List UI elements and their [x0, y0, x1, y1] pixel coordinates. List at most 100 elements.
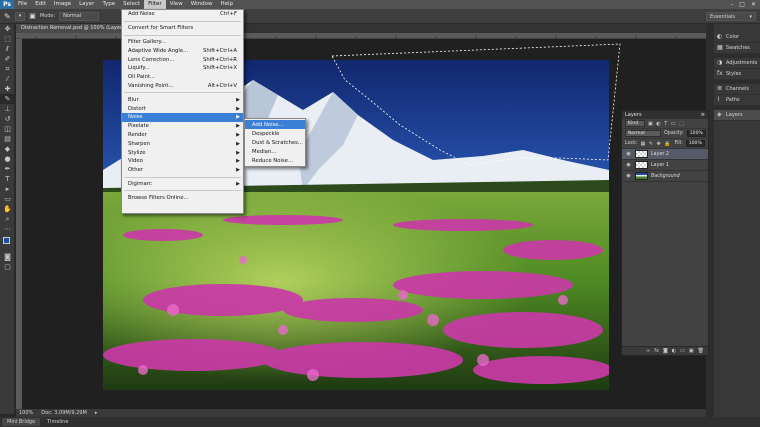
tab-mini-bridge[interactable]: Mini Bridge [2, 418, 41, 426]
menu-item-filter-gallery[interactable]: Filter Gallery... [122, 38, 243, 47]
submenu-item-dust-scratches[interactable]: Dust & Scratches... [245, 138, 305, 147]
move-tool-icon[interactable]: ✥ [0, 24, 15, 34]
adjustment-layer-icon[interactable]: ◐ [672, 348, 676, 354]
menu-help[interactable]: Help [216, 0, 237, 9]
blur-tool-icon[interactable]: ◆ [0, 144, 15, 154]
brush-tool-icon[interactable]: ✎ [0, 94, 15, 104]
more-tools-icon[interactable]: ⋯ [0, 224, 15, 234]
submenu-item-add-noise[interactable]: Add Noise... [245, 120, 305, 130]
layer-row-background[interactable]: ◉ Background [622, 171, 708, 182]
panel-menu-icon[interactable]: ≡ [701, 112, 708, 118]
menu-type[interactable]: Type [98, 0, 119, 9]
tab-timeline[interactable]: Timeline [42, 418, 73, 426]
menu-item-add-noise[interactable]: Add Noise Ctrl+F [122, 10, 243, 19]
delete-layer-icon[interactable]: 🗑 [698, 348, 704, 354]
screen-mode-icon[interactable]: ▢ [0, 262, 15, 272]
menu-item-other[interactable]: Other ▶ [122, 166, 243, 175]
eye-icon[interactable]: ◉ [625, 151, 632, 157]
menu-item-sharpen[interactable]: Sharpen ▶ [122, 139, 243, 148]
marquee-tool-icon[interactable]: ⬚ [0, 34, 15, 44]
filter-icons[interactable]: ▣ ◐ T ▭ ⬚ [648, 121, 685, 127]
eraser-tool-icon[interactable]: ◫ [0, 124, 15, 134]
gradient-tool-icon[interactable]: ▤ [0, 134, 15, 144]
dock-styles[interactable]: fx Styles [714, 69, 760, 80]
maximize-icon[interactable]: □ [739, 1, 745, 8]
new-layer-icon[interactable]: ▣ [689, 348, 694, 354]
layer-style-icon[interactable]: fx [654, 348, 659, 354]
menu-file[interactable]: File [14, 0, 31, 9]
menu-item-lens-correction[interactable]: Lens Correction... Shift+Ctrl+R [122, 55, 243, 64]
foreground-color[interactable] [3, 237, 10, 244]
eye-icon[interactable]: ◉ [625, 162, 632, 168]
blend-mode-select[interactable]: Normal [625, 130, 661, 137]
workspace-select[interactable]: Essentials ▾ [706, 12, 756, 21]
layer-row-layer-2[interactable]: ◉ Layer 2 [622, 149, 708, 160]
dock-channels[interactable]: ≣ Channels [714, 84, 760, 95]
brush-panel-icon[interactable]: ▣ [29, 12, 36, 20]
layer-row-layer-1[interactable]: ◉ Layer 1 [622, 160, 708, 171]
menu-item-pixelate[interactable]: Pixelate ▶ [122, 122, 243, 131]
zoom-tool-icon[interactable]: ⌕ [0, 214, 15, 224]
opacity-field[interactable]: 100% [686, 130, 706, 137]
dock-paths[interactable]: ⌇ Paths [714, 95, 760, 106]
link-layers-icon[interactable]: ∞ [646, 348, 650, 354]
menu-item-noise[interactable]: Noise ▶ [122, 112, 243, 122]
quick-mask-icon[interactable]: ◙ [0, 252, 15, 262]
menu-window[interactable]: Window [187, 0, 217, 9]
eyedropper-tool-icon[interactable]: ⁄ [0, 74, 15, 84]
brush-tool-icon[interactable]: ✎ [4, 12, 11, 21]
submenu-item-reduce-noise[interactable]: Reduce Noise... [245, 157, 305, 166]
layers-panel-header[interactable]: Layers ≡ [622, 111, 708, 119]
menu-item-digimarc[interactable]: Digimarc ▶ [122, 180, 243, 189]
menu-item-browse-filters-online[interactable]: Browse Filters Online... [122, 193, 243, 202]
brush-preset-picker[interactable]: ▾ [14, 11, 26, 21]
dodge-tool-icon[interactable]: ● [0, 154, 15, 164]
dock-swatches[interactable]: ▦ Swatches [714, 43, 760, 54]
submenu-item-median[interactable]: Median... [245, 148, 305, 157]
path-select-tool-icon[interactable]: ▸ [0, 184, 15, 194]
submenu-item-despeckle[interactable]: Despeckle [245, 129, 305, 138]
history-brush-tool-icon[interactable]: ↺ [0, 114, 15, 124]
status-arrow-icon[interactable]: ▸ [95, 410, 98, 416]
menu-layer[interactable]: Layer [75, 0, 98, 9]
menu-item-oil-paint[interactable]: Oil Paint... [122, 73, 243, 82]
hand-tool-icon[interactable]: ✋ [0, 204, 15, 214]
menu-item-vanishing-point[interactable]: Vanishing Point... Alt+Ctrl+V [122, 82, 243, 91]
clone-stamp-tool-icon[interactable]: ⊥ [0, 104, 15, 114]
menu-item-stylize[interactable]: Stylize ▶ [122, 148, 243, 157]
fill-field[interactable]: 100% [685, 140, 705, 147]
dock-adjustments[interactable]: ◑ Adjustments [714, 58, 760, 69]
add-mask-icon[interactable]: ◙ [663, 348, 668, 354]
menu-item-video[interactable]: Video ▶ [122, 157, 243, 166]
healing-brush-tool-icon[interactable]: ✚ [0, 84, 15, 94]
color-swatches[interactable] [0, 236, 14, 252]
quick-select-tool-icon[interactable]: ✐ [0, 54, 15, 64]
dock-layers[interactable]: ◈ Layers [714, 110, 760, 121]
crop-tool-icon[interactable]: ⌗ [0, 64, 15, 74]
menu-view[interactable]: View [166, 0, 187, 9]
eye-icon[interactable]: ◉ [625, 173, 632, 179]
dock-channels-label: Channels [726, 86, 750, 92]
close-icon[interactable]: ✕ [751, 1, 756, 8]
minimize-icon[interactable]: – [730, 1, 733, 8]
menu-item-liquify[interactable]: Liquify... Shift+Ctrl+X [122, 64, 243, 73]
menu-filter[interactable]: Filter [144, 0, 166, 9]
type-tool-icon[interactable]: T [0, 174, 15, 184]
new-group-icon[interactable]: ▭ [680, 348, 685, 354]
mode-select[interactable]: Normal [59, 11, 100, 21]
kind-filter-select[interactable]: Kind [625, 120, 645, 127]
zoom-level[interactable]: 100% [19, 410, 33, 416]
lock-icons[interactable]: ▦ ✎ ✥ 🔒 [641, 141, 672, 147]
menu-item-render[interactable]: Render ▶ [122, 131, 243, 140]
shape-tool-icon[interactable]: ▭ [0, 194, 15, 204]
menu-select[interactable]: Select [119, 0, 144, 9]
menu-item-blur[interactable]: Blur ▶ [122, 95, 243, 104]
menu-item-distort[interactable]: Distort ▶ [122, 104, 243, 113]
menu-item-adaptive-wide-angle[interactable]: Adaptive Wide Angle... Shift+Ctrl+A [122, 46, 243, 55]
menu-item-convert-for-smart-filters[interactable]: Convert for Smart Filters [122, 24, 243, 33]
lasso-tool-icon[interactable]: ℓ [0, 44, 15, 54]
dock-color[interactable]: ◐ Color [714, 32, 760, 43]
menu-edit[interactable]: Edit [31, 0, 50, 9]
menu-image[interactable]: Image [50, 0, 75, 9]
pen-tool-icon[interactable]: ✒ [0, 164, 15, 174]
